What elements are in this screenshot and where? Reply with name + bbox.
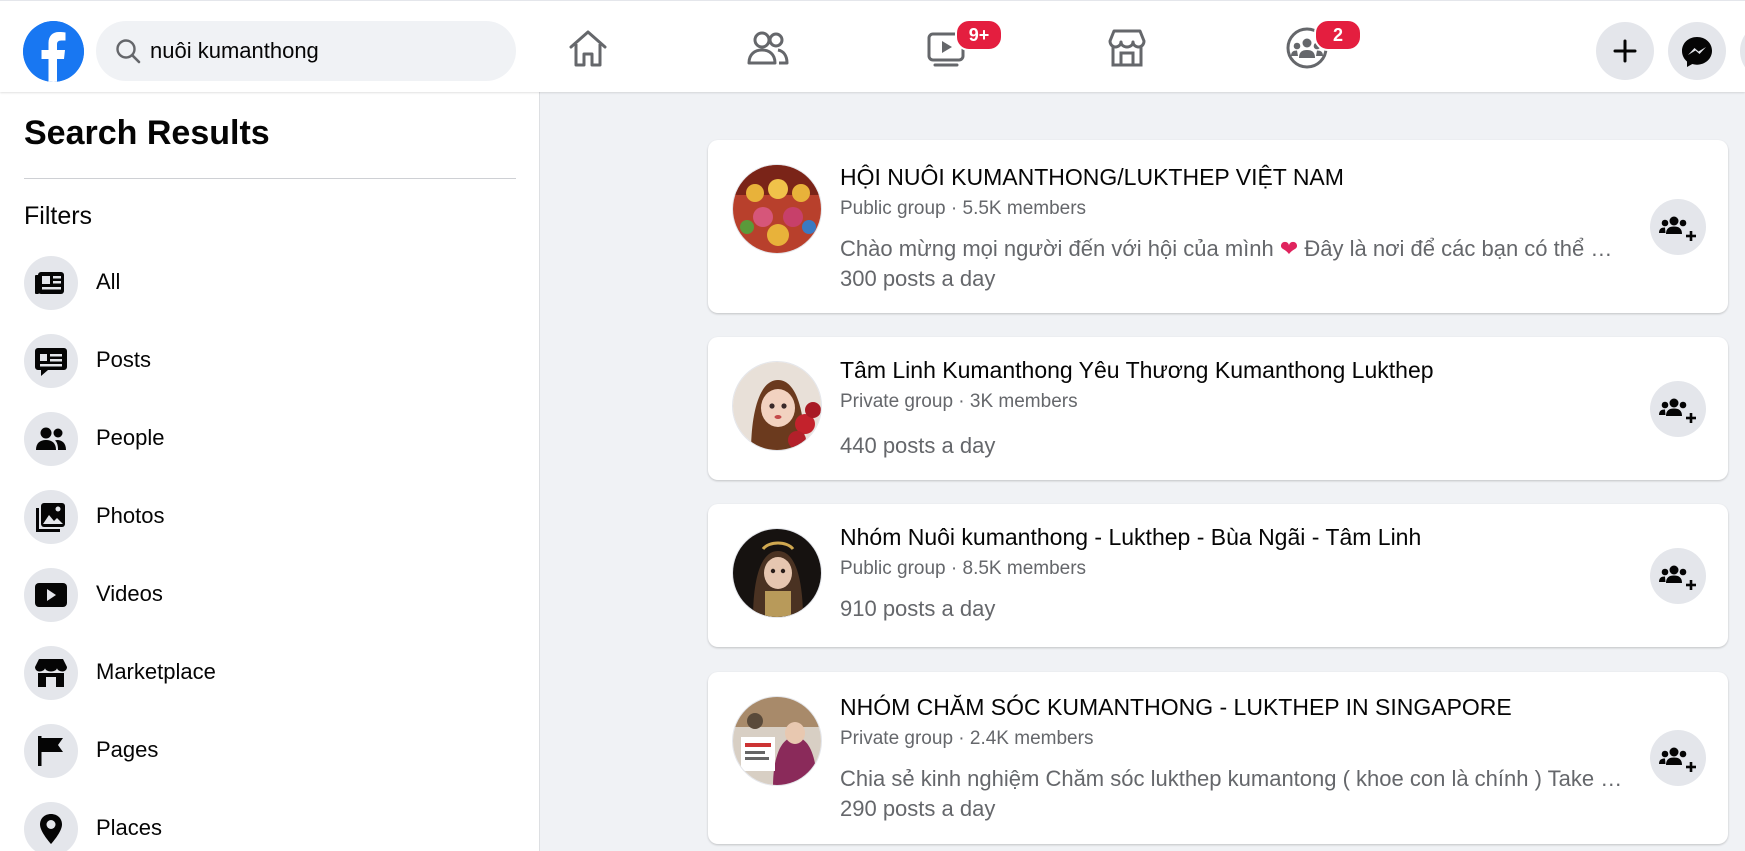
group-meta: Public group · 8.5K members <box>840 558 1087 579</box>
group-meta: Public group · 5.5K members <box>840 198 1087 219</box>
sidebar-item-label: Marketplace <box>96 659 216 684</box>
create-button[interactable] <box>1596 22 1654 80</box>
join-group-button[interactable] <box>1650 548 1706 604</box>
sidebar-item-label: Posts <box>96 347 152 372</box>
search-input[interactable] <box>150 21 500 81</box>
join-group-button[interactable] <box>1650 381 1706 437</box>
plus-icon <box>1613 39 1637 63</box>
facebook-logo-icon[interactable] <box>23 21 84 82</box>
filters-heading: Filters <box>24 202 93 230</box>
videos-icon <box>24 568 78 622</box>
search-box[interactable] <box>96 21 516 81</box>
filters-sidebar: Search Results Filters All Posts People … <box>0 92 540 851</box>
group-result-card[interactable]: HỘI NUÔI KUMANTHONG/LUKTHEP VIỆT NAM Pub… <box>708 140 1728 313</box>
sidebar-item-label: People <box>96 425 165 450</box>
sidebar-item-label: Places <box>96 815 163 840</box>
group-name[interactable]: HỘI NUÔI KUMANTHONG/LUKTHEP VIỆT NAM <box>840 164 1344 191</box>
home-icon[interactable] <box>561 21 615 75</box>
newsfeed-icon <box>24 256 78 310</box>
group-result-card[interactable]: Nhóm Nuôi kumanthong - Lukthep - Bùa Ngã… <box>708 504 1728 647</box>
group-description: Chia sẻ kinh nghiệm Chăm sóc lukthep kum… <box>840 766 1623 791</box>
marketplace-icon <box>24 646 78 700</box>
pages-icon <box>24 724 78 778</box>
group-avatar[interactable] <box>732 528 822 618</box>
sidebar-item-people[interactable]: People <box>18 405 518 475</box>
sidebar-item-label: Photos <box>96 503 165 528</box>
sidebar-item-videos[interactable]: Videos <box>18 561 518 631</box>
top-navigation-bar: 9+ 2 <box>0 0 1745 92</box>
group-description: Chào mừng mọi người đến với hội của mình… <box>840 236 1630 262</box>
join-group-button[interactable] <box>1650 199 1706 255</box>
menu-button[interactable] <box>1740 22 1745 80</box>
group-name[interactable]: NHÓM CHĂM SÓC KUMANTHONG - LUKTHEP IN SI… <box>840 694 1512 721</box>
places-icon <box>24 802 78 851</box>
group-activity: 440 posts a day <box>840 433 996 458</box>
group-avatar[interactable] <box>732 361 822 451</box>
posts-icon <box>24 334 78 388</box>
sidebar-item-pages[interactable]: Pages <box>18 717 518 787</box>
group-name[interactable]: Nhóm Nuôi kumanthong - Lukthep - Bùa Ngã… <box>840 524 1421 551</box>
heart-emoji: ❤ <box>1279 236 1299 261</box>
sidebar-divider <box>24 178 516 179</box>
join-group-icon <box>1659 565 1696 590</box>
join-group-icon <box>1659 747 1696 772</box>
groups-notification-badge: 2 <box>1314 19 1362 51</box>
sidebar-item-label: Videos <box>96 581 163 606</box>
watch-notification-badge: 9+ <box>955 19 1003 51</box>
sidebar-item-posts[interactable]: Posts <box>18 327 518 397</box>
sidebar-item-all[interactable]: All <box>18 249 518 319</box>
search-icon <box>116 39 141 64</box>
group-activity: 910 posts a day <box>840 596 996 621</box>
join-group-icon <box>1659 398 1696 423</box>
people-icon <box>24 412 78 466</box>
group-meta: Private group · 3K members <box>840 391 1078 412</box>
join-group-icon <box>1659 216 1696 241</box>
group-activity: 290 posts a day <box>840 796 996 821</box>
sidebar-item-photos[interactable]: Photos <box>18 483 518 553</box>
messenger-button[interactable] <box>1668 22 1726 80</box>
group-description-text: Đây là nơi để các bạn có thể … <box>1298 236 1613 261</box>
sidebar-item-label: Pages <box>96 737 159 762</box>
marketplace-icon[interactable] <box>1100 21 1154 75</box>
group-activity: 300 posts a day <box>840 266 996 291</box>
group-result-card[interactable]: NHÓM CHĂM SÓC KUMANTHONG - LUKTHEP IN SI… <box>708 672 1728 844</box>
join-group-button[interactable] <box>1650 730 1706 786</box>
sidebar-item-marketplace[interactable]: Marketplace <box>18 639 518 709</box>
page-title: Search Results <box>24 114 270 152</box>
group-result-card[interactable]: Tâm Linh Kumanthong Yêu Thương Kumanthon… <box>708 337 1728 480</box>
group-description-text: Chào mừng mọi người đến với hội của mình <box>840 236 1280 261</box>
group-name[interactable]: Tâm Linh Kumanthong Yêu Thương Kumanthon… <box>840 357 1434 384</box>
friends-icon[interactable] <box>741 21 795 75</box>
group-avatar[interactable] <box>732 164 822 254</box>
sidebar-item-label: All <box>96 269 121 294</box>
group-avatar[interactable] <box>732 696 822 786</box>
messenger-icon <box>1682 37 1712 67</box>
group-meta: Private group · 2.4K members <box>840 728 1094 749</box>
photos-icon <box>24 490 78 544</box>
sidebar-item-places[interactable]: Places <box>18 795 518 851</box>
